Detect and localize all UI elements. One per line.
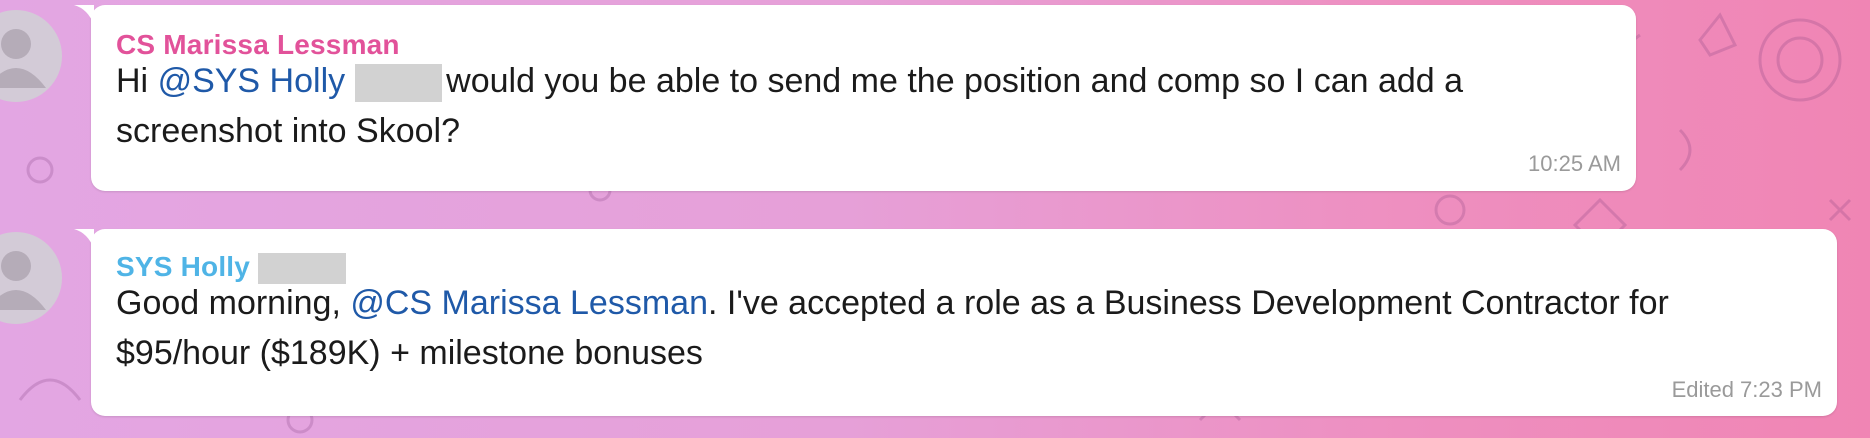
message-text-end: would you be able to send me the positio… [446,62,1464,100]
user-mention[interactable]: @SYS Holly [158,62,346,100]
message-text-start: Good morning, [116,284,351,322]
redacted-name [355,64,443,103]
message-text-start: Hi [116,62,158,100]
message-text-line-2: screenshot into Skool? [116,112,460,150]
bubble-tail [74,229,94,249]
message-bubble[interactable]: CS Marissa Lessman Hi @SYS Holly would yo… [74,5,1636,191]
message-bubble[interactable]: SYS Holly Good morning, @CS Marissa Less… [74,229,1837,416]
message-timestamp: Edited 7:23 PM [1671,377,1822,402]
bubble-tail [74,5,94,25]
avatar[interactable] [0,10,62,102]
person-silhouette-icon [0,29,46,88]
message-text-line-2: $95/hour ($189K) + milestone bonuses [116,334,703,372]
message-timestamp: 10:25 AM [1528,151,1621,176]
avatar[interactable] [0,232,62,324]
person-silhouette-icon [0,251,46,310]
user-mention[interactable]: @CS Marissa Lessman [350,284,708,322]
message-text: Hi @SYS Holly would you be able to send m… [116,56,1463,106]
message-text: Good morning, @CS Marissa Lessman. I've … [116,278,1669,328]
message-text-end: . I've accepted a role as a Business Dev… [707,284,1669,322]
